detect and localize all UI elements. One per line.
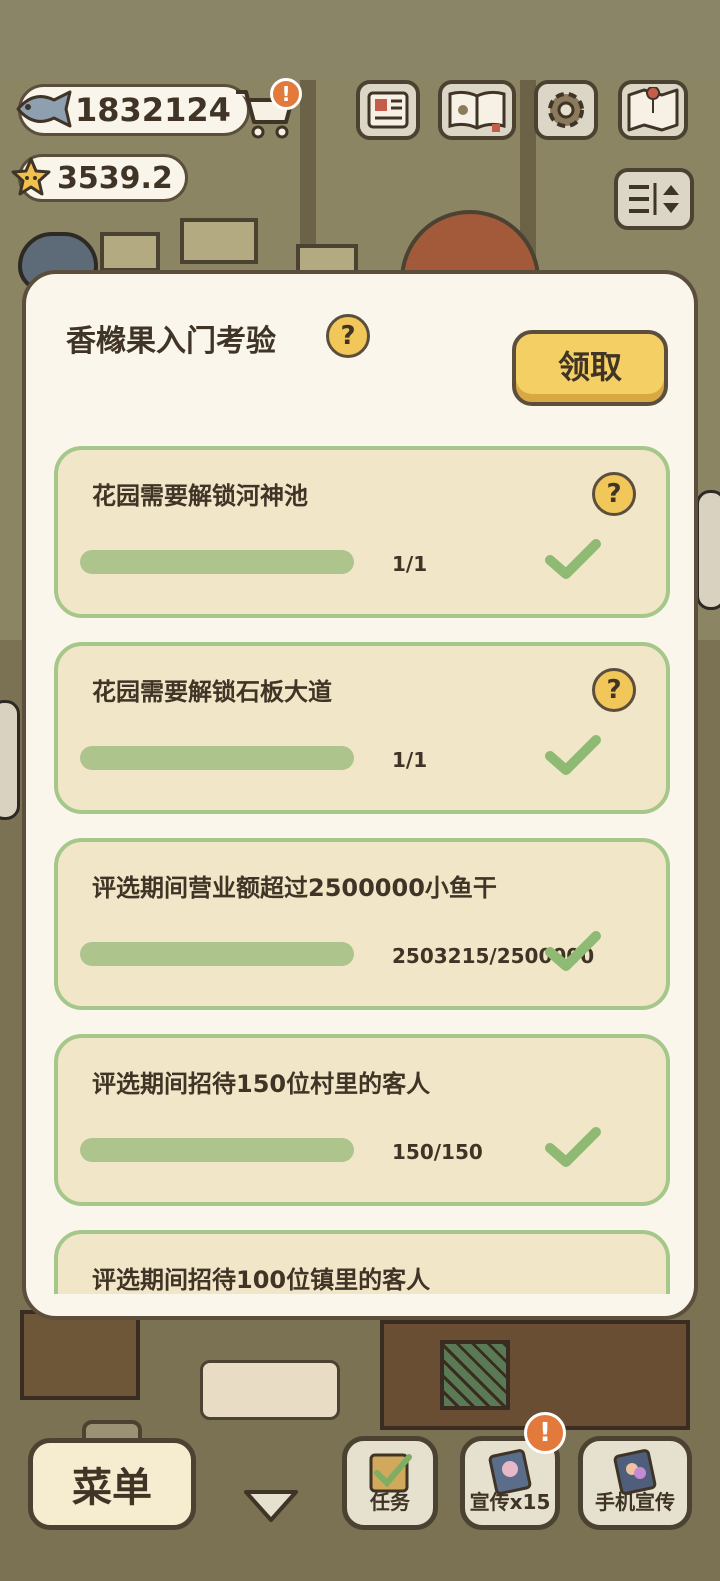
promotion-label: 宣传x15 — [469, 1490, 551, 1514]
task-card: 花园需要解锁石板大道 ? 1/1 — [54, 642, 670, 814]
dialog-title: 香橼果入门考验 — [66, 324, 276, 359]
cat-character[interactable] — [0, 700, 20, 820]
cat-character[interactable] — [696, 490, 720, 610]
progress-bar-fill — [80, 942, 354, 966]
tasks-label: 任务 — [370, 1490, 410, 1514]
ceiling — [0, 0, 720, 80]
menu-label: 菜单 — [72, 1465, 152, 1511]
menu-button[interactable]: 菜单 — [28, 1438, 196, 1530]
progress-bar-fill — [80, 550, 354, 574]
paw-book-icon — [448, 90, 506, 132]
picture-frame — [100, 232, 160, 272]
rug — [200, 1360, 340, 1420]
task-title: 评选期间营业额超过2500000小鱼干 — [92, 874, 497, 902]
task-title: 评选期间招待100位镇里的客人 — [92, 1266, 431, 1294]
promotion-notification-badge: ! — [524, 1412, 566, 1454]
sort-button[interactable] — [614, 168, 694, 230]
phone-promotion-label: 手机宣传 — [595, 1490, 675, 1514]
wooden-table — [20, 1310, 140, 1400]
progress-text: 150/150 — [392, 1140, 483, 1164]
map-icon — [627, 87, 679, 132]
task-card: 花园需要解锁河神池 ? 1/1 — [54, 446, 670, 618]
fishbone-picture-frame — [180, 218, 258, 264]
gear-icon — [548, 92, 584, 128]
newspaper-button[interactable] — [356, 80, 420, 140]
progress-bar — [80, 1138, 354, 1162]
question-icon[interactable]: ? — [592, 668, 636, 712]
fish-icon — [16, 90, 72, 128]
task-list[interactable]: 花园需要解锁河神池 ? 1/1 花园需要解锁石板大道 ? 1/1 评选期间营业额… — [54, 446, 670, 1294]
task-title: 花园需要解锁河神池 — [92, 482, 308, 510]
check-icon — [545, 1127, 601, 1167]
task-card: 评选期间招待150位村里的客人 150/150 — [54, 1034, 670, 1206]
phone-promotion-button[interactable]: 手机宣传 — [578, 1436, 692, 1530]
task-title: 花园需要解锁石板大道 — [92, 678, 332, 706]
counter-panel — [440, 1340, 510, 1410]
progress-bar — [80, 746, 354, 770]
progress-bar — [80, 550, 354, 574]
newspaper-icon — [367, 91, 409, 129]
progress-bar-fill — [80, 746, 354, 770]
progress-text: 1/1 — [392, 748, 428, 772]
task-title: 评选期间招待150位村里的客人 — [92, 1070, 431, 1098]
star-count: 3539.2 — [57, 160, 173, 196]
check-icon — [545, 539, 601, 579]
claim-button[interactable]: 领取 — [512, 330, 668, 406]
check-icon — [545, 735, 601, 775]
map-button[interactable] — [618, 80, 688, 140]
task-card: 评选期间营业额超过2500000小鱼干 2503215/2500000 — [54, 838, 670, 1010]
chevron-down-icon[interactable] — [242, 1486, 300, 1526]
star-icon — [11, 157, 51, 196]
progress-text: 1/1 — [392, 552, 428, 576]
tasks-button[interactable]: 任务 — [342, 1436, 438, 1530]
check-icon — [545, 931, 601, 971]
settings-button[interactable] — [534, 80, 598, 140]
task-card: 评选期间招待100位镇里的客人 — [54, 1230, 670, 1294]
challenge-dialog: 香橼果入门考验 ? 领取 花园需要解锁河神池 ? 1/1 花园需要解锁石板大道 … — [22, 270, 698, 1320]
sort-icon — [629, 183, 679, 215]
question-icon[interactable]: ? — [326, 314, 370, 358]
catbook-button[interactable] — [438, 80, 516, 140]
cart-notification-badge: ! — [270, 78, 302, 110]
question-icon[interactable]: ? — [592, 472, 636, 516]
progress-bar — [80, 942, 354, 966]
fish-count: 1832124 — [75, 91, 231, 129]
progress-bar-fill — [80, 1138, 354, 1162]
